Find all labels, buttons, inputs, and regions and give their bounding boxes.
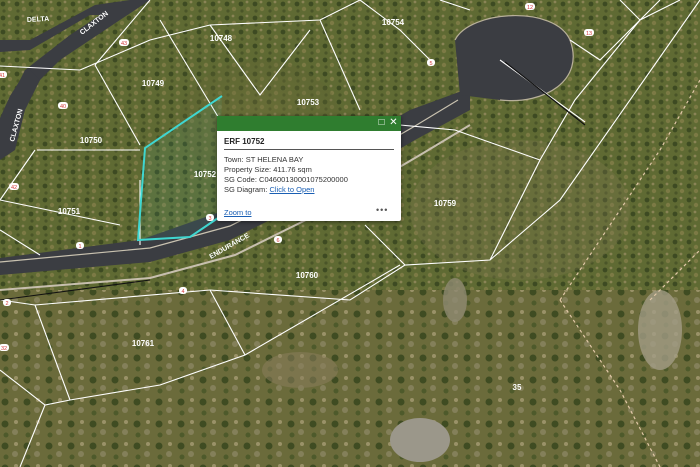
popup-divider <box>224 149 394 150</box>
street-number: 43 <box>121 41 127 47</box>
street-number: 12 <box>527 5 533 11</box>
maximize-icon[interactable]: □ <box>376 117 387 129</box>
popup-header: □ ✕ <box>217 116 401 131</box>
popup-row-size: Property Size: 411.76 sqm <box>224 165 312 174</box>
map-canvas[interactable]: 10754 10748 10749 10753 10750 10751 1075… <box>0 0 700 467</box>
bare-patch <box>262 352 338 388</box>
erf-label: 10761 <box>132 339 155 348</box>
close-icon[interactable]: ✕ <box>388 117 399 129</box>
town-label: Town: <box>224 155 244 164</box>
street-number: 6 <box>276 238 279 244</box>
street-number: 4 <box>181 289 184 295</box>
terrain-patch <box>410 140 630 280</box>
zoom-to-link[interactable]: Zoom to <box>224 208 252 217</box>
size-value: 411.76 sqm <box>273 165 312 174</box>
erf-label: 10759 <box>434 199 457 208</box>
erf-label: 10748 <box>210 34 233 43</box>
erf-label: 10752 <box>194 170 217 179</box>
terrain-lower <box>0 290 700 467</box>
erf-label: 35 <box>513 383 522 392</box>
erf-label: 10750 <box>80 136 103 145</box>
sg-code-value: C04600130001075200000 <box>259 175 348 184</box>
popup-row-sg-code: SG Code: C04600130001075200000 <box>224 175 348 184</box>
erf-label: 10753 <box>297 98 320 107</box>
street-number: 2 <box>5 301 8 307</box>
more-options-icon[interactable]: ••• <box>376 205 388 215</box>
street-number: 41 <box>0 73 5 79</box>
street-name-delta: DELTA <box>27 16 50 24</box>
rock-outcrop <box>638 290 682 370</box>
sg-diagram-label: SG Diagram: <box>224 185 268 194</box>
erf-label: 10749 <box>142 79 165 88</box>
erf-label: 10751 <box>58 207 81 216</box>
size-label: Property Size: <box>224 165 272 174</box>
rock-outcrop <box>443 278 467 322</box>
rock-outcrop <box>390 418 450 462</box>
street-number: 40 <box>60 104 66 110</box>
erf-label: 10754 <box>382 18 405 27</box>
sg-code-label: SG Code: <box>224 175 257 184</box>
erf-label: 10760 <box>296 271 319 280</box>
sg-diagram-link[interactable]: Click to Open <box>269 185 314 194</box>
popup-row-sg-diagram: SG Diagram: Click to Open <box>224 185 314 194</box>
street-number: 1 <box>78 244 81 250</box>
street-number: 42 <box>11 185 17 191</box>
street-number: 3 <box>208 216 211 222</box>
popup-row-town: Town: ST HELENA BAY <box>224 155 303 164</box>
street-number: 5 <box>429 61 432 67</box>
street-number: 13 <box>586 31 592 37</box>
town-value: ST HELENA BAY <box>245 155 304 164</box>
popup-title: ERF 10752 <box>224 137 265 146</box>
erf-info-popup: □ ✕ ERF 10752 Town: ST HELENA BAY Proper… <box>217 116 401 221</box>
street-number: 32 <box>1 346 7 352</box>
